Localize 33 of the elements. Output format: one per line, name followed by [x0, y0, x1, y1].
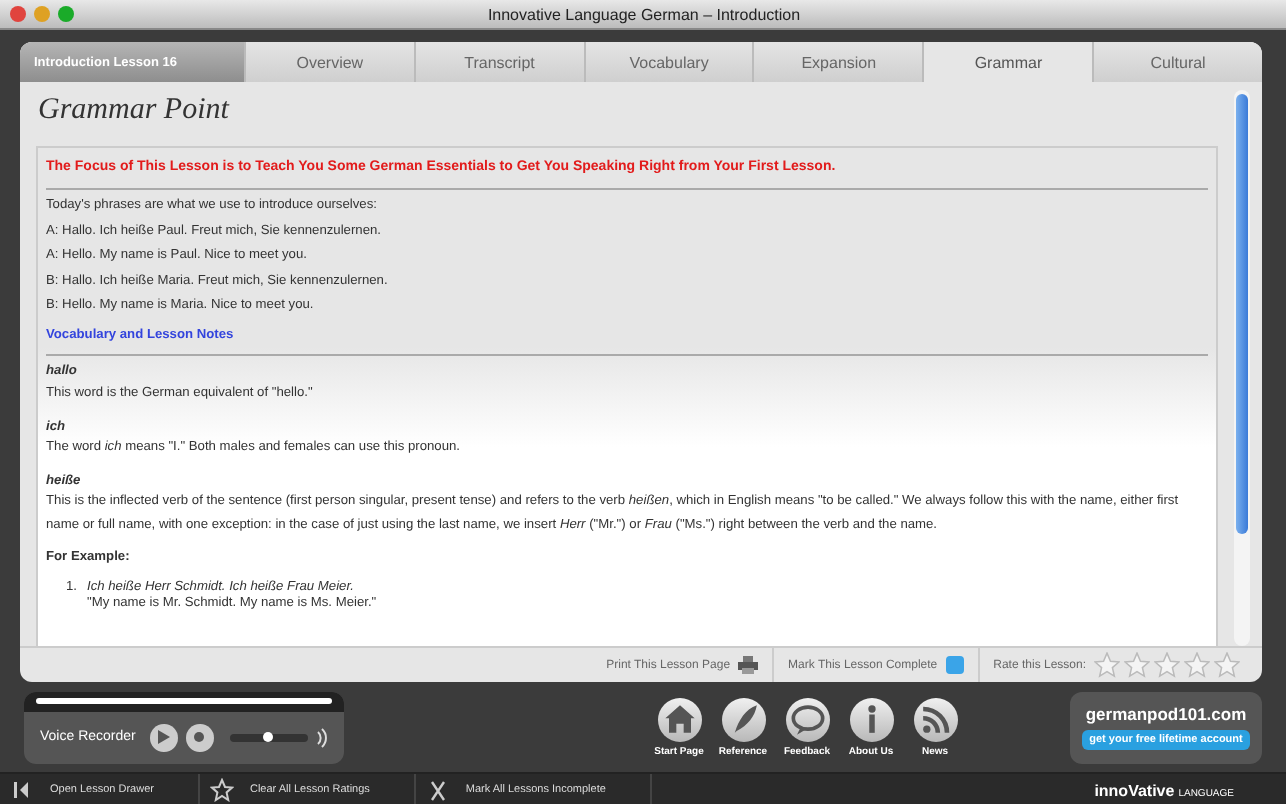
window-title: Innovative Language German – Introduction — [487, 5, 801, 23]
page-heading: Grammar Point — [38, 94, 232, 128]
star-icon[interactable] — [1094, 652, 1120, 678]
slider-thumb[interactable] — [263, 731, 274, 741]
quill-icon[interactable] — [721, 697, 765, 741]
record-icon[interactable] — [194, 732, 205, 742]
star-icon[interactable] — [1154, 652, 1180, 678]
tab[interactable]: Cultural — [1092, 42, 1262, 82]
play-button[interactable] — [149, 723, 178, 751]
tab[interactable]: Grammar — [922, 42, 1093, 82]
star-icon[interactable] — [1214, 652, 1240, 678]
speaker-icon — [316, 727, 329, 747]
bubble-icon[interactable] — [785, 697, 829, 741]
cross-icon — [425, 778, 450, 802]
record-button[interactable] — [185, 723, 214, 751]
info-icon[interactable] — [849, 697, 893, 741]
brand-logo: innoVative — [1094, 781, 1175, 799]
tab[interactable]: Overview — [244, 42, 414, 82]
printer-icon[interactable] — [738, 656, 759, 674]
play-icon[interactable] — [157, 730, 170, 744]
tab[interactable]: Vocabulary — [583, 42, 753, 82]
star-icon — [209, 778, 234, 802]
site-name: germanpod101.com — [1085, 704, 1247, 724]
home-icon[interactable] — [657, 697, 701, 741]
tab[interactable]: Transcript — [413, 42, 584, 82]
star-rating[interactable] — [1094, 652, 1240, 678]
rss-icon[interactable] — [913, 697, 957, 741]
scrollbar[interactable] — [1234, 90, 1250, 646]
tab[interactable]: Expansion — [752, 42, 923, 82]
star-icon[interactable] — [1184, 652, 1210, 678]
volume-slider[interactable] — [229, 733, 309, 741]
drawer-icon — [10, 778, 34, 802]
star-icon[interactable] — [1124, 652, 1150, 678]
